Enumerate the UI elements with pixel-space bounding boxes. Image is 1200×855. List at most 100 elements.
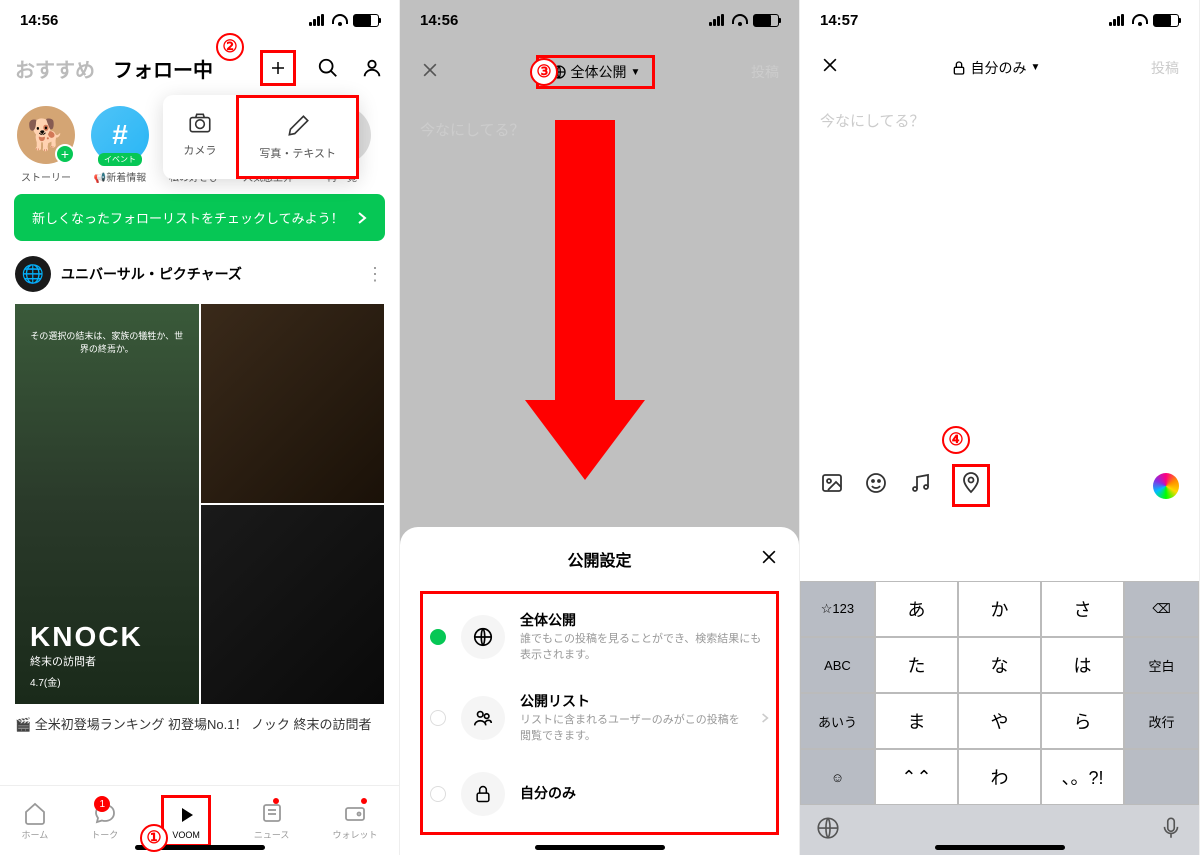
image-button[interactable] xyxy=(820,471,844,500)
key-enter-cont[interactable] xyxy=(1124,749,1199,805)
submit-button[interactable]: 投稿 xyxy=(751,62,779,82)
add-menu-popup: カメラ 写真・テキスト xyxy=(163,95,359,179)
nav-wallet[interactable]: ウォレット xyxy=(332,800,377,841)
panel-compose-self: 14:57 自分のみ ▼ 投稿 今なにしてる？ ④ ☆123 あ か さ ⌫ xyxy=(800,0,1200,855)
status-time: 14:56 xyxy=(420,12,458,29)
post-image-grid[interactable]: その選択の結末は、家族の犠牲か、世界の終焉か。 KNOCK 終末の訪問者 4.7… xyxy=(15,304,384,704)
feed-tabs: おすすめ フォロー中 xyxy=(15,54,248,83)
chevron-right-icon xyxy=(761,712,769,724)
signal-icon xyxy=(1109,14,1127,26)
radio-icon xyxy=(430,786,446,802)
compose-header: 自分のみ ▼ 投稿 xyxy=(800,40,1199,95)
post-caption: 🎬 全米初登場ランキング 初登場No.1！ ノック 終末の訪問者 xyxy=(15,704,384,743)
post-avatar[interactable]: 🌐 xyxy=(15,256,51,292)
signal-icon xyxy=(709,14,727,26)
radio-icon xyxy=(430,710,446,726)
key-wa[interactable]: わ xyxy=(958,749,1041,805)
compose-textarea[interactable]: 今なにしてる？ xyxy=(800,95,1199,146)
globe-key[interactable] xyxy=(815,815,841,846)
menu-photo-text[interactable]: 写真・テキスト xyxy=(236,95,359,179)
wifi-icon xyxy=(332,14,348,26)
group-icon xyxy=(472,707,494,729)
menu-camera[interactable]: カメラ xyxy=(163,95,236,179)
status-bar: 14:56 xyxy=(400,0,799,40)
key-num[interactable]: ☆123 xyxy=(800,581,875,637)
option-public[interactable]: 全体公開誰でもこの投稿を見ることができ、検索結果にも表示されます。 xyxy=(425,596,774,677)
story-item[interactable]: #イベント📢新着情報 xyxy=(89,106,151,184)
nav-home[interactable]: ホーム xyxy=(22,800,49,841)
callout-1: ① xyxy=(140,824,168,852)
mic-key[interactable] xyxy=(1158,815,1184,846)
key-abc[interactable]: ABC xyxy=(800,637,875,693)
story-item[interactable]: 🐕+ストーリー xyxy=(15,106,77,184)
tab-following[interactable]: フォロー中 xyxy=(113,54,213,83)
post-author[interactable]: ユニバーサル・ピクチャーズ xyxy=(61,264,356,284)
lock-icon xyxy=(473,784,493,804)
key-ya[interactable]: や xyxy=(958,693,1041,749)
sheet-title: 公開設定 xyxy=(567,547,631,571)
visibility-selector[interactable]: 自分のみ ▼ xyxy=(951,58,1041,78)
info-banner[interactable]: 新しくなったフォローリストをチェックしてみよう！ xyxy=(14,194,385,241)
add-button[interactable] xyxy=(260,50,296,86)
panel-compose-visibility: 14:56 ③ 全体公開 ▼ 投稿 今なにしてる？ 公開設定 全体公開誰でもこの… xyxy=(400,0,800,855)
globe-icon xyxy=(472,626,494,648)
option-self[interactable]: 自分のみ xyxy=(425,758,774,830)
nav-talk[interactable]: 1トーク xyxy=(91,800,118,841)
feed-post: 🌐 ユニバーサル・ピクチャーズ ⋮ その選択の結末は、家族の犠牲か、世界の終焉か… xyxy=(0,241,399,758)
radio-checked-icon xyxy=(430,629,446,645)
sheet-close-button[interactable] xyxy=(759,547,779,572)
tutorial-arrow xyxy=(555,120,645,480)
status-time: 14:57 xyxy=(820,12,858,29)
wifi-icon xyxy=(732,14,748,26)
key-ma[interactable]: ま xyxy=(875,693,958,749)
key-ka[interactable]: か xyxy=(958,581,1041,637)
key-ta[interactable]: た xyxy=(875,637,958,693)
panel-voom-feed: 14:56 ② おすすめ フォロー中 カメラ xyxy=(0,0,400,855)
callout-3: ③ xyxy=(530,58,558,86)
submit-button[interactable]: 投稿 xyxy=(1151,58,1179,78)
option-list[interactable]: 公開リストリストに含まれるユーザーのみがこの投稿を閲覧できます。 xyxy=(425,677,774,758)
post-more-icon[interactable]: ⋮ xyxy=(366,264,384,285)
key-delete[interactable]: ⌫ xyxy=(1124,581,1199,637)
search-button[interactable] xyxy=(316,56,340,80)
location-button[interactable] xyxy=(952,464,990,507)
color-button[interactable] xyxy=(1153,473,1179,499)
status-bar: 14:56 xyxy=(0,0,399,40)
key-punct[interactable]: 、。?! xyxy=(1041,749,1124,805)
signal-icon xyxy=(309,14,327,26)
key-sa[interactable]: さ xyxy=(1041,581,1124,637)
visibility-sheet: 公開設定 全体公開誰でもこの投稿を見ることができ、検索結果にも表示されます。 公… xyxy=(400,527,799,855)
key-kana[interactable]: あいう xyxy=(800,693,875,749)
home-indicator[interactable] xyxy=(935,845,1065,850)
callout-2: ② xyxy=(216,33,244,61)
key-na[interactable]: な xyxy=(958,637,1041,693)
feed-header: おすすめ フォロー中 xyxy=(0,40,399,96)
nav-news[interactable]: ニュース xyxy=(254,800,290,841)
key-enter[interactable]: 改行 xyxy=(1124,693,1199,749)
key-ra[interactable]: ら xyxy=(1041,693,1124,749)
status-bar: 14:57 xyxy=(800,0,1199,40)
chevron-right-icon xyxy=(357,211,367,225)
emoji-button[interactable] xyxy=(864,471,888,500)
close-button[interactable] xyxy=(820,55,840,80)
chevron-down-icon: ▼ xyxy=(631,67,641,78)
wifi-icon xyxy=(1132,14,1148,26)
tab-recommended[interactable]: おすすめ xyxy=(15,54,95,83)
close-button[interactable] xyxy=(420,60,440,85)
chevron-down-icon: ▼ xyxy=(1031,62,1041,73)
key-small[interactable]: ⌃⌃ xyxy=(875,749,958,805)
status-time: 14:56 xyxy=(20,12,58,29)
lock-icon xyxy=(951,60,967,76)
key-a[interactable]: あ xyxy=(875,581,958,637)
callout-4: ④ xyxy=(942,426,970,454)
keyboard: ☆123 あ か さ ⌫ ABC た な は 空白 あいう ま や ら 改行 ☺… xyxy=(800,581,1199,855)
battery-icon xyxy=(1153,14,1179,27)
key-space[interactable]: 空白 xyxy=(1124,637,1199,693)
home-indicator[interactable] xyxy=(535,845,665,850)
nav-voom[interactable]: VOOM xyxy=(161,795,211,847)
profile-button[interactable] xyxy=(360,56,384,80)
compose-toolbar xyxy=(800,454,1199,517)
key-ha[interactable]: は xyxy=(1041,637,1124,693)
key-emoji[interactable]: ☺ xyxy=(800,749,875,805)
music-button[interactable] xyxy=(908,471,932,500)
